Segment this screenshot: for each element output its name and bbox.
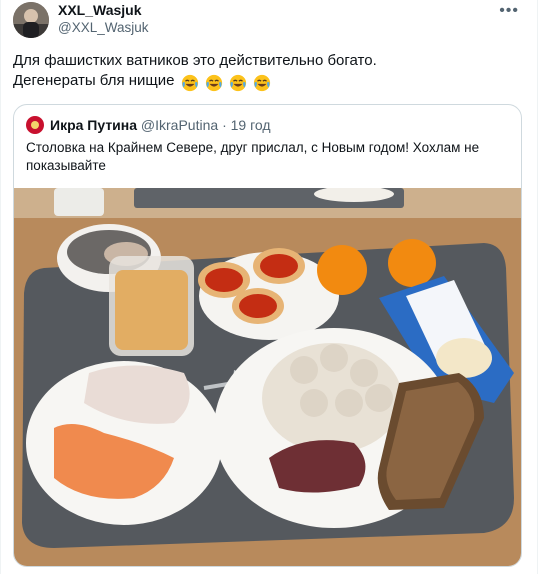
quoted-tweet-photo[interactable] [14, 188, 521, 566]
laughing-crying-emoji-icon [254, 74, 271, 92]
emoji-row [181, 73, 274, 93]
header-separator: · [222, 117, 227, 133]
quoted-tweet-header: Икра Путина @IkraPutina · 19 год [26, 116, 271, 134]
quoted-tweet-timestamp[interactable]: 19 год [231, 117, 271, 133]
author-handle[interactable]: @XXL_Wasjuk [58, 19, 149, 37]
author-block: XXL_Wasjuk @XXL_Wasjuk [58, 1, 149, 37]
profile-photo-icon [13, 2, 49, 38]
tweet-text-line-2-wrap: Дегенераты бля нищие [13, 71, 523, 93]
author-avatar[interactable] [13, 2, 49, 38]
quoted-author-avatar[interactable] [26, 116, 44, 134]
laughing-crying-emoji-icon [205, 74, 222, 92]
laughing-crying-emoji-icon [181, 74, 198, 92]
tweet-text: Для фашистких ватников это действительно… [13, 51, 523, 93]
tweet-text-line-1: Для фашистких ватников это действительно… [13, 52, 377, 69]
tweet-text-line-2: Дегенераты бля нищие [13, 72, 175, 89]
quoted-author-handle[interactable]: @IkraPutina [141, 117, 218, 133]
quoted-author-display-name[interactable]: Икра Путина [50, 117, 137, 133]
tweet-view: XXL_Wasjuk @XXL_Wasjuk ••• Для фашистких… [0, 0, 538, 574]
quoted-tweet-card[interactable]: Икра Путина @IkraPutina · 19 год Столовк… [13, 104, 522, 567]
canteen-food-tray-photo-icon [14, 188, 521, 566]
author-display-name[interactable]: XXL_Wasjuk [58, 1, 149, 19]
more-horizontal-icon[interactable]: ••• [499, 2, 519, 20]
quoted-tweet-text: Столовка на Крайнем Севере, друг прислал… [26, 140, 480, 173]
laughing-crying-emoji-icon [229, 74, 247, 92]
